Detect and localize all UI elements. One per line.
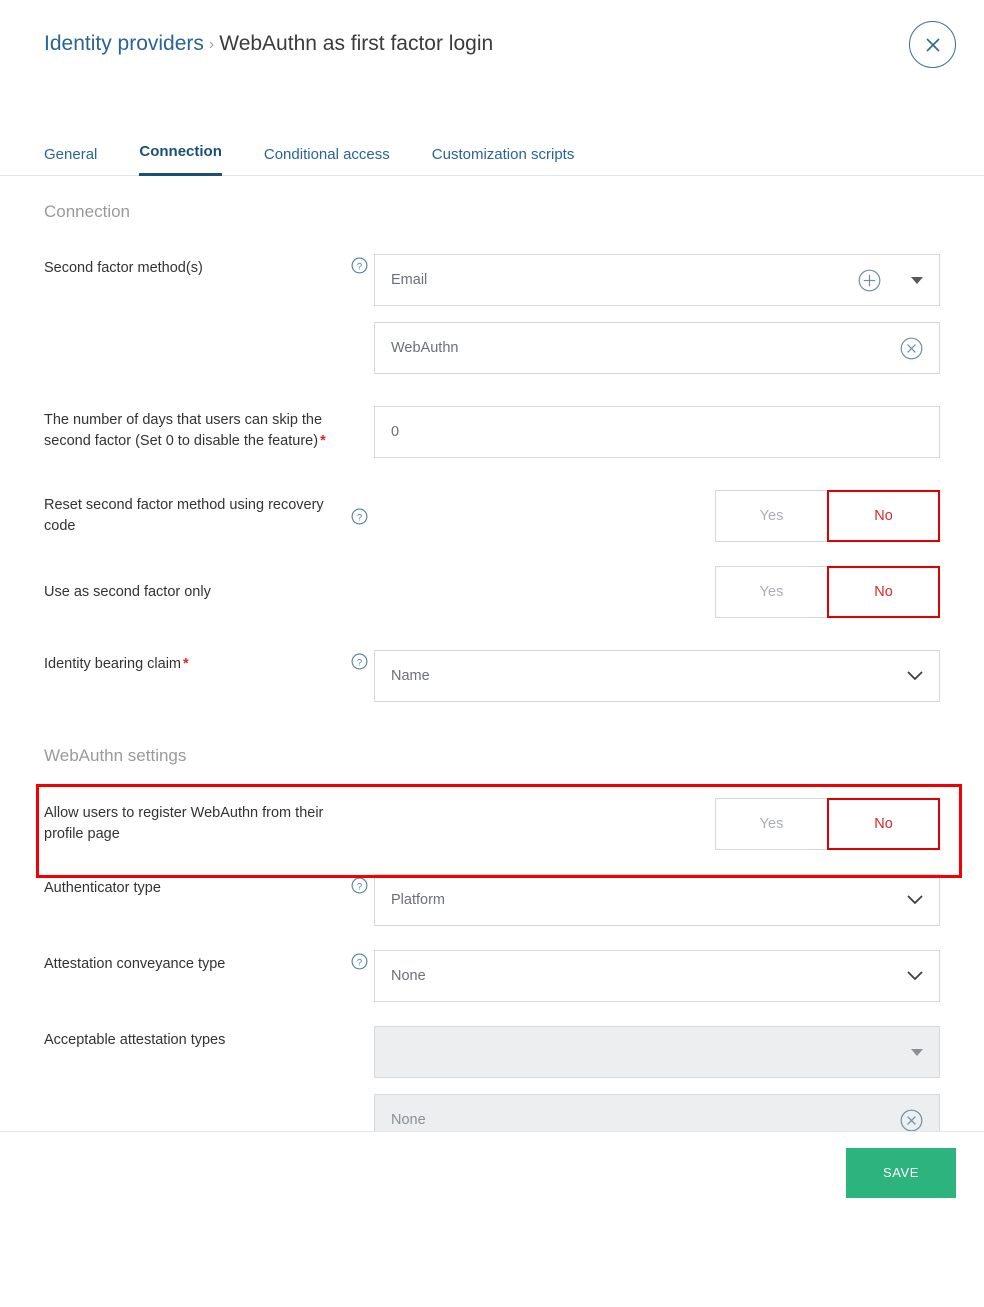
field-skip-days: 0 [374,406,940,458]
chevron-down-icon[interactable] [907,671,923,681]
second-factor-methods-value: Email [391,272,428,288]
field-row-identity-bearing-claim: Identity bearing claim * ? Name [28,650,956,702]
chevron-down-icon[interactable] [907,971,923,981]
save-button[interactable]: SAVE [846,1147,956,1198]
section-title-connection: Connection [44,202,131,221]
acceptable-attestation-types-input[interactable] [374,1026,940,1078]
help-icon-identity-bearing-claim[interactable]: ? [344,650,374,670]
field-label-identity-bearing-claim-text: Identity bearing claim [44,656,182,672]
toggle-allow-register-webauthn: Yes No [715,798,940,850]
identity-bearing-claim-value: Name [391,668,430,684]
question-mark-icon: ? [351,508,367,524]
field-authenticator-type: Platform [374,874,940,926]
question-mark-icon: ? [351,877,367,894]
field-row-second-factor-methods: Second factor method(s) ? Email WebAuthn [28,254,956,374]
authenticator-type-select[interactable]: Platform [374,874,940,926]
field-label-acceptable-attestation-types: Acceptable attestation types [44,1032,226,1048]
field-second-factor-methods: Email WebAuthn [374,254,940,374]
tab-customization-scripts[interactable]: Customization scripts [432,146,575,176]
toggle-second-factor-only-no[interactable]: No [827,566,940,618]
help-icon-authenticator-type[interactable]: ? [344,874,374,894]
remove-circle-icon[interactable] [900,1109,923,1132]
field-label-skip-days-text: The number of days that users can skip t… [44,412,323,449]
page-title: WebAuthn as first factor login [219,32,494,55]
field-row-reset-recovery-code: Reset second factor method using recover… [28,490,956,542]
close-button[interactable] [909,21,956,68]
second-factor-method-tag-label: WebAuthn [391,340,459,356]
field-row-attestation-conveyance-type: Attestation conveyance type ? None [28,950,956,1002]
form-body: Connection Second factor method(s) ? Ema… [0,176,984,1198]
field-label-reset-recovery-code: Reset second factor method using recover… [44,497,324,534]
field-label-second-factor-methods: Second factor method(s) [44,260,203,276]
dialog-footer: SAVE [0,1131,984,1213]
field-label-skip-days: The number of days that users can skip t… [44,406,344,452]
svg-text:?: ? [356,957,361,968]
tab-bar: General Connection Conditional access Cu… [0,128,984,176]
breadcrumb-link-identity-providers[interactable]: Identity providers [44,32,204,55]
toggle-allow-register-webauthn-yes[interactable]: Yes [715,798,828,850]
field-label-allow-register-webauthn: Allow users to register WebAuthn from th… [44,805,324,842]
identity-bearing-claim-select[interactable]: Name [374,650,940,702]
question-mark-icon: ? [351,257,367,274]
tab-connection[interactable]: Connection [139,143,222,176]
required-asterisk: * [320,433,326,449]
skip-days-value: 0 [391,424,400,440]
toggle-reset-recovery-code-yes[interactable]: Yes [715,490,828,542]
help-icon-second-factor-methods[interactable]: ? [344,254,374,274]
field-attestation-conveyance-type: None [374,950,940,1002]
tab-general[interactable]: General [44,146,97,176]
field-row-skip-days: The number of days that users can skip t… [28,406,956,458]
second-factor-methods-input[interactable]: Email [374,254,940,306]
breadcrumb-separator-icon: › [208,36,215,53]
attestation-conveyance-type-value: None [391,968,426,984]
acceptable-attestation-tag-label: None [391,1112,426,1128]
field-label-second-factor-only: Use as second factor only [44,583,211,600]
question-mark-icon: ? [351,653,367,670]
dialog-header: Identity providers › WebAuthn as first fac… [0,0,984,96]
chevron-down-icon[interactable] [907,895,923,905]
field-row-allow-register-webauthn: Allow users to register WebAuthn from th… [28,798,956,850]
tab-conditional-access[interactable]: Conditional access [264,146,390,176]
svg-text:?: ? [356,657,361,668]
section-title-webauthn-settings: WebAuthn settings [44,746,187,765]
svg-text:?: ? [356,881,361,892]
field-row-second-factor-only: Use as second factor only Yes No [28,566,956,618]
close-icon [926,38,939,51]
toggle-reset-recovery-code-no[interactable]: No [827,490,940,542]
toggle-second-factor-only: Yes No [715,566,940,618]
toggle-allow-register-webauthn-no[interactable]: No [827,798,940,850]
skip-days-input[interactable]: 0 [374,406,940,458]
field-label-identity-bearing-claim: Identity bearing claim * [44,650,344,675]
add-circle-icon[interactable] [858,269,881,292]
svg-text:?: ? [356,261,361,272]
question-mark-icon: ? [351,953,367,970]
remove-circle-icon[interactable] [900,337,923,360]
help-icon-attestation-conveyance-type[interactable]: ? [344,950,374,970]
field-label-attestation-conveyance-type: Attestation conveyance type [44,956,226,972]
authenticator-type-value: Platform [391,892,445,908]
attestation-conveyance-type-select[interactable]: None [374,950,940,1002]
breadcrumb: Identity providers › WebAuthn as first fac… [44,28,940,62]
required-asterisk: * [183,656,189,672]
help-icon-reset-recovery-code[interactable]: ? [344,508,374,525]
toggle-second-factor-only-yes[interactable]: Yes [715,566,828,618]
field-identity-bearing-claim: Name [374,650,940,702]
second-factor-method-tag-webauthn[interactable]: WebAuthn [374,322,940,374]
dropdown-caret-icon[interactable] [911,276,923,284]
toggle-reset-recovery-code: Yes No [715,490,940,542]
dropdown-caret-icon[interactable] [911,1048,923,1056]
svg-text:?: ? [356,512,361,523]
field-label-authenticator-type: Authenticator type [44,880,161,896]
field-row-authenticator-type: Authenticator type ? Platform [28,874,956,926]
